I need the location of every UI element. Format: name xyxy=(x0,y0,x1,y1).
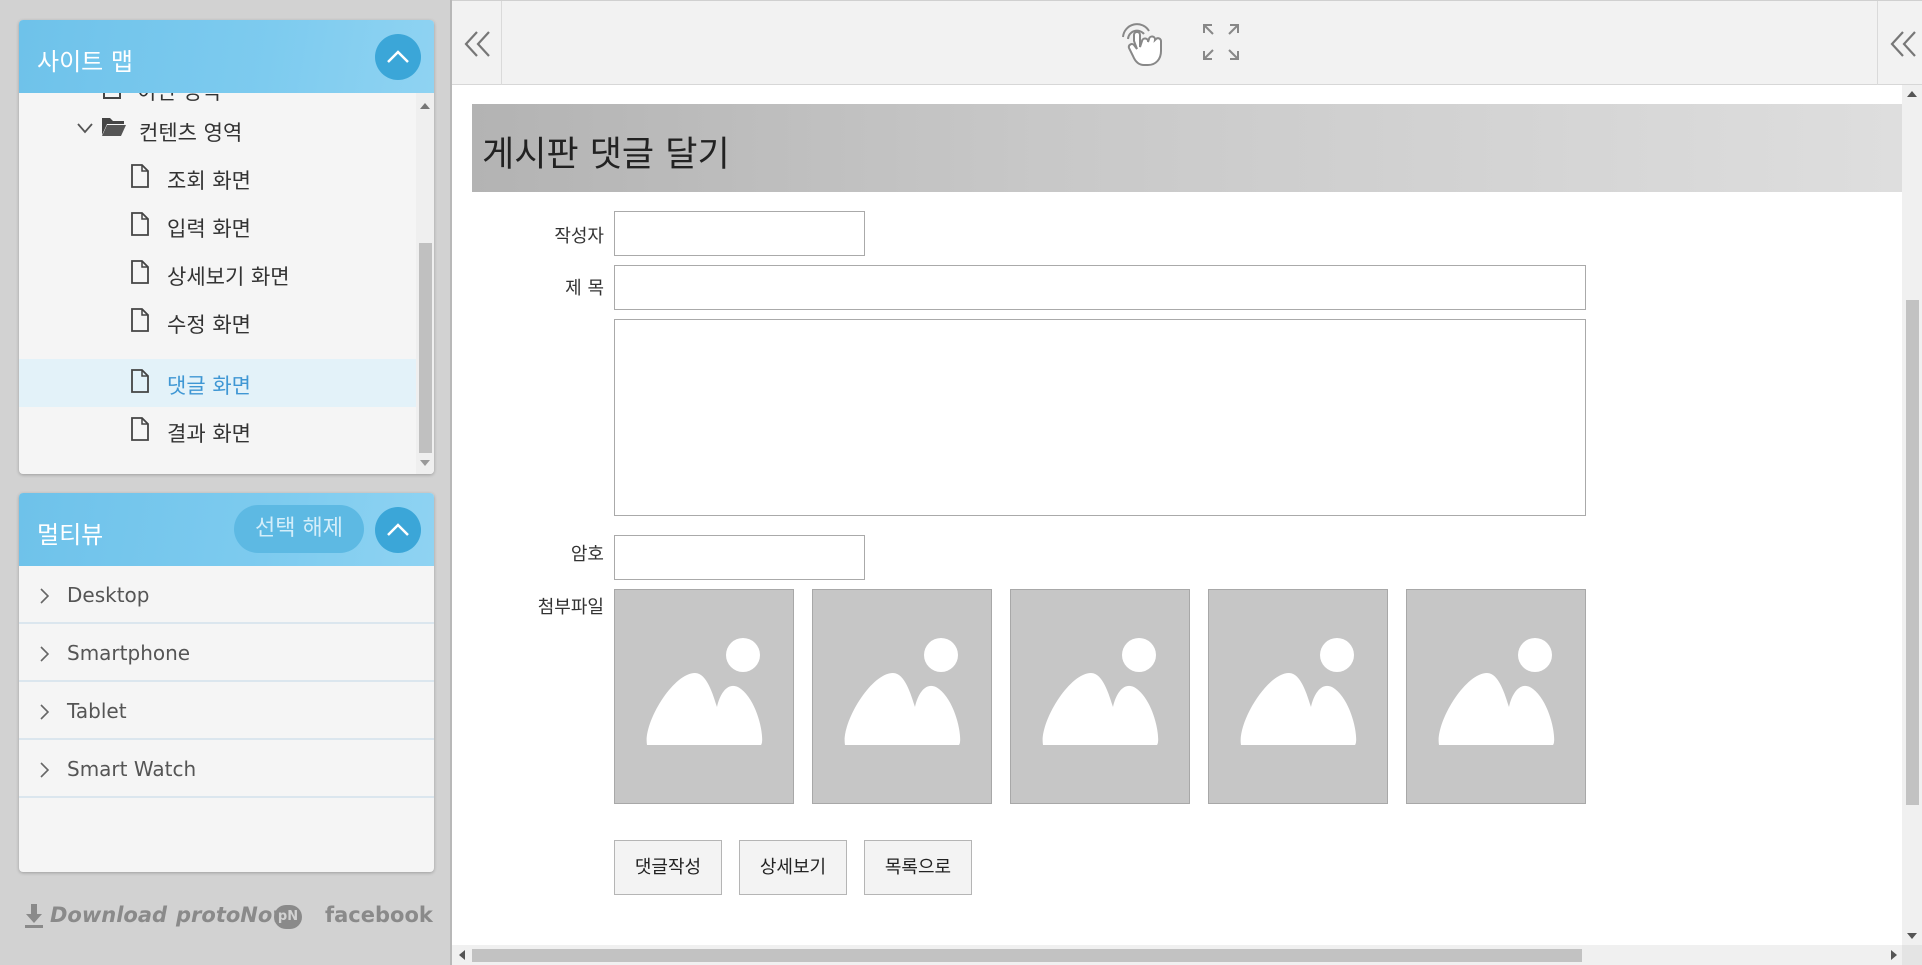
image-placeholder-icon xyxy=(1042,638,1159,745)
download-link[interactable]: Download xyxy=(50,903,167,927)
attachment-slot-3[interactable] xyxy=(1010,589,1190,804)
scroll-left-arrow-icon[interactable] xyxy=(459,950,465,960)
tree-item-edit-screen[interactable]: 수정 화면 xyxy=(19,298,416,346)
tree-item-label: 상세보기 화면 xyxy=(167,265,290,289)
image-placeholder-icon xyxy=(1438,638,1555,745)
tree-item-label: 수정 화면 xyxy=(167,313,251,337)
scroll-up-arrow-icon[interactable] xyxy=(420,103,430,109)
sitemap-collapse-button[interactable] xyxy=(375,34,421,80)
chevron-right-icon xyxy=(40,588,49,604)
attachment-label: 첨부파일 xyxy=(537,597,604,618)
subject-label: 제 목 xyxy=(565,278,604,299)
facebook-link[interactable]: facebook xyxy=(325,903,433,927)
file-icon xyxy=(131,212,149,236)
chevron-right-icon xyxy=(40,704,49,720)
deselect-button[interactable]: 선택 해제 xyxy=(234,505,364,553)
tree-item-view-screen[interactable]: 조회 화면 xyxy=(19,154,416,202)
main-area: 게시판 댓글 달기 작성자 제 목 암호 첨부파일 댓글작성 상세보기 목록으로 xyxy=(452,0,1922,965)
multiview-header: 멀티뷰 선택 해제 xyxy=(19,493,434,566)
sitemap-title: 사이트 맵 xyxy=(37,48,133,76)
file-icon xyxy=(131,164,149,188)
multiview-item-tablet[interactable]: Tablet xyxy=(19,682,434,740)
tree-item-label: 컨텐츠 영역 xyxy=(139,121,243,145)
author-input[interactable] xyxy=(614,211,865,256)
sidebar: 사이트 맵 이전 영역 컨텐츠 영역 조회 화면 입력 화면 xyxy=(0,0,452,965)
scroll-right-arrow-icon[interactable] xyxy=(1891,950,1897,960)
sitemap-panel: 사이트 맵 이전 영역 컨텐츠 영역 조회 화면 입력 화면 xyxy=(19,20,434,474)
tree-item-detail-screen[interactable]: 상세보기 화면 xyxy=(19,250,416,298)
sitemap-scrollbar[interactable] xyxy=(416,93,434,474)
scrollbar-corner xyxy=(1902,945,1922,965)
tree-item-label: 댓글 화면 xyxy=(167,374,251,398)
multiview-item-smartwatch[interactable]: Smart Watch xyxy=(19,740,434,798)
multiview-item-label: Desktop xyxy=(67,583,150,607)
folder-open-icon xyxy=(102,118,126,136)
main-vertical-scrollbar[interactable] xyxy=(1902,85,1922,945)
attachment-slot-2[interactable] xyxy=(812,589,992,804)
to-list-button[interactable]: 목록으로 xyxy=(864,840,972,895)
main-horizontal-scrollbar[interactable] xyxy=(452,945,1902,965)
tree-item-label: 입력 화면 xyxy=(167,217,251,241)
multiview-item-label: Smartphone xyxy=(67,641,191,665)
page-title: 게시판 댓글 달기 xyxy=(482,135,730,175)
sitemap-header: 사이트 맵 xyxy=(19,20,434,93)
image-placeholder-icon xyxy=(1240,638,1357,745)
view-detail-button[interactable]: 상세보기 xyxy=(739,840,847,895)
tree-item-result-screen[interactable]: 결과 화면 xyxy=(19,407,416,455)
multiview-title: 멀티뷰 xyxy=(37,521,104,549)
multiview-item-smartphone[interactable]: Smartphone xyxy=(19,624,434,682)
chevron-down-icon[interactable] xyxy=(77,122,93,134)
multiview-item-desktop[interactable]: Desktop xyxy=(19,566,434,624)
fullscreen-icon[interactable] xyxy=(1202,23,1240,61)
file-icon xyxy=(131,369,149,393)
page-title-bar: 게시판 댓글 달기 xyxy=(472,104,1902,192)
scrollbar-thumb[interactable] xyxy=(419,243,432,453)
touch-hand-icon[interactable] xyxy=(1115,17,1165,69)
file-icon xyxy=(131,417,149,441)
tree-item-label: 조회 화면 xyxy=(167,169,251,193)
file-icon xyxy=(131,308,149,332)
image-placeholder-icon xyxy=(844,638,961,745)
multiview-collapse-button[interactable] xyxy=(375,507,421,553)
file-icon xyxy=(131,260,149,284)
double-chevron-left-icon xyxy=(1890,31,1916,57)
chevron-right-icon xyxy=(40,762,49,778)
scroll-up-arrow-icon[interactable] xyxy=(1907,91,1917,97)
tree-item-label: 이전 영역 xyxy=(137,93,221,106)
multiview-item-label: Smart Watch xyxy=(67,757,197,781)
double-chevron-left-icon xyxy=(464,31,490,57)
top-toolbar xyxy=(452,0,1922,85)
attachment-slot-5[interactable] xyxy=(1406,589,1586,804)
scrollbar-thumb[interactable] xyxy=(1906,300,1919,805)
body-textarea[interactable] xyxy=(614,319,1586,516)
multiview-item-label: Tablet xyxy=(67,699,127,723)
tree-item-label: 결과 화면 xyxy=(167,422,251,446)
scroll-down-arrow-icon[interactable] xyxy=(1907,933,1917,939)
protonow-badge: pN xyxy=(274,905,302,929)
tree-item-reply-screen[interactable]: 댓글 화면 xyxy=(19,359,416,407)
subject-input[interactable] xyxy=(614,265,1586,310)
multiview-panel: 멀티뷰 선택 해제 Desktop Smartphone Tablet Smar… xyxy=(19,493,434,872)
content-viewport: 게시판 댓글 달기 작성자 제 목 암호 첨부파일 댓글작성 상세보기 목록으로 xyxy=(452,85,1902,945)
author-label: 작성자 xyxy=(554,226,604,247)
chevron-right-icon xyxy=(40,646,49,662)
password-label: 암호 xyxy=(570,544,604,565)
file-icon xyxy=(103,93,121,99)
chevron-up-icon xyxy=(387,50,409,63)
image-placeholder-icon xyxy=(646,638,763,745)
download-icon[interactable] xyxy=(24,903,44,929)
tree-item-contents-folder[interactable]: 컨텐츠 영역 xyxy=(19,106,416,154)
chevron-up-icon xyxy=(387,523,409,536)
tree-item-input-screen[interactable]: 입력 화면 xyxy=(19,202,416,250)
attachment-slot-1[interactable] xyxy=(614,589,794,804)
write-reply-button[interactable]: 댓글작성 xyxy=(614,840,722,895)
collapse-right-button[interactable] xyxy=(1877,1,1922,85)
scrollbar-thumb[interactable] xyxy=(472,949,1582,962)
attachment-slot-4[interactable] xyxy=(1208,589,1388,804)
password-input[interactable] xyxy=(614,535,865,580)
collapse-left-button[interactable] xyxy=(452,1,502,85)
scroll-down-arrow-icon[interactable] xyxy=(420,460,430,466)
sitemap-tree: 이전 영역 컨텐츠 영역 조회 화면 입력 화면 상세보기 화면 수정 xyxy=(19,93,416,474)
